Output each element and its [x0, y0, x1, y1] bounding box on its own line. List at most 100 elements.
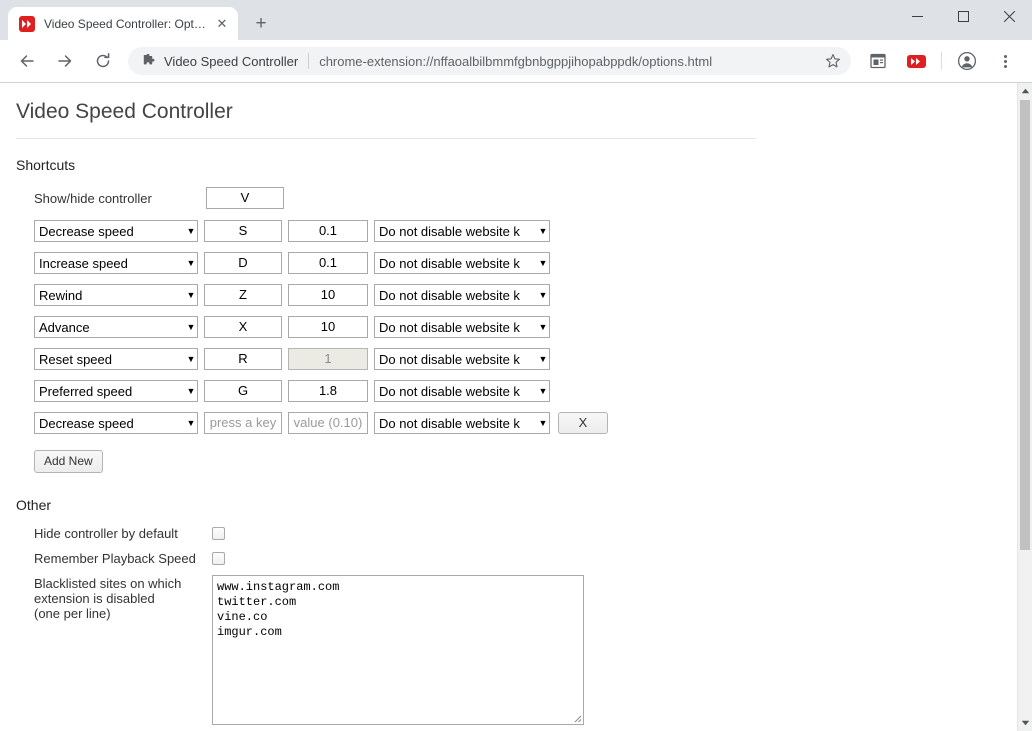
shortcut-key-input[interactable]: S	[204, 220, 282, 242]
chevron-down-icon: ▼	[185, 285, 197, 305]
shortcut-action-value: Reset speed	[39, 352, 185, 367]
chevron-down-icon: ▼	[537, 253, 549, 273]
website-keys-value: Do not disable website k	[379, 256, 537, 271]
show-hide-controller-row: Show/hide controller V	[34, 185, 1017, 211]
shortcut-action-select[interactable]: Advance▼	[34, 316, 198, 338]
shortcut-action-select[interactable]: Decrease speed▼	[34, 220, 198, 242]
shortcut-action-select[interactable]: Rewind▼	[34, 284, 198, 306]
forward-icon[interactable]	[51, 47, 79, 75]
website-keys-select[interactable]: Do not disable website k▼	[374, 380, 550, 402]
shortcut-value-input[interactable]: 10	[288, 284, 368, 306]
chevron-down-icon: ▼	[185, 413, 197, 433]
scrollbar-thumb[interactable]	[1020, 100, 1030, 550]
shortcut-action-value: Preferred speed	[39, 384, 185, 399]
minimize-icon[interactable]	[894, 0, 940, 32]
other-rows: Hide controller by default Remember Play…	[34, 525, 1017, 725]
shortcut-value-input[interactable]: 0.1	[288, 220, 368, 242]
bookmark-star-icon[interactable]	[821, 49, 845, 73]
page-scrollbar[interactable]	[1017, 83, 1032, 731]
shortcut-row: Rewind▼Z10Do not disable website k▼	[34, 282, 1017, 308]
chevron-down-icon: ▼	[185, 253, 197, 273]
profile-avatar-icon[interactable]	[953, 47, 981, 75]
window-controls	[894, 0, 1032, 32]
remember-speed-label: Remember Playback Speed	[34, 550, 212, 566]
video-speed-controller-favicon	[19, 16, 35, 32]
shortcut-row: Increase speed▼D0.1Do not disable websit…	[34, 250, 1017, 276]
shortcut-action-select[interactable]: Decrease speed▼	[34, 412, 198, 434]
shortcut-row: Advance▼ X 10 Do not disable website k▼	[34, 314, 1017, 340]
extension-puzzle-icon	[140, 53, 156, 69]
website-keys-select[interactable]: Do not disable website k▼	[374, 412, 550, 434]
remove-shortcut-button[interactable]: X	[558, 412, 608, 434]
shortcut-value-input[interactable]: 0.1	[288, 252, 368, 274]
shortcut-key-input[interactable]: D	[204, 252, 282, 274]
back-icon[interactable]	[13, 47, 41, 75]
shortcut-value-input[interactable]: value (0.10)	[288, 412, 368, 434]
chevron-down-icon: ▼	[537, 285, 549, 305]
maximize-icon[interactable]	[940, 0, 986, 32]
shortcut-row: Reset speed▼R1Do not disable website k▼	[34, 346, 1017, 372]
shortcuts-heading: Shortcuts	[16, 157, 1017, 173]
toolbar-right-actions	[859, 47, 1024, 75]
blacklist-textarea[interactable]: www.instagram.com twitter.com vine.co im…	[212, 575, 584, 725]
shortcut-row: Decrease speed▼ press a key value (0.10) Do…	[34, 410, 1017, 436]
close-tab-icon[interactable]: ✕	[214, 16, 230, 32]
hide-controller-row: Hide controller by default	[34, 525, 1017, 541]
new-tab-button[interactable]: +	[247, 9, 275, 37]
extensions-icon[interactable]	[864, 47, 892, 75]
shortcut-action-select[interactable]: Reset speed▼	[34, 348, 198, 370]
website-keys-select[interactable]: Do not disable website k▼	[374, 252, 550, 274]
website-keys-value: Do not disable website k	[379, 288, 537, 303]
shortcut-key-input[interactable]: Z	[204, 284, 282, 306]
website-keys-value: Do not disable website k	[379, 416, 537, 431]
website-keys-value: Do not disable website k	[379, 384, 537, 399]
chrome-menu-icon[interactable]	[991, 47, 1019, 75]
website-keys-select[interactable]: Do not disable website k▼	[374, 284, 550, 306]
chevron-down-icon: ▼	[185, 349, 197, 369]
shortcut-action-select[interactable]: Preferred speed▼	[34, 380, 198, 402]
website-keys-select[interactable]: Do not disable website k▼	[374, 348, 550, 370]
address-bar[interactable]: Video Speed Controller chrome-extension:…	[128, 47, 851, 75]
shortcut-value-input: 1	[288, 348, 368, 370]
blacklist-row: Blacklisted sites on which extension is …	[34, 575, 1017, 725]
blacklist-label: Blacklisted sites on which extension is …	[34, 575, 212, 621]
chevron-down-icon: ▼	[537, 413, 549, 433]
shortcut-value-input[interactable]: 10	[288, 316, 368, 338]
omnibox-divider	[308, 53, 309, 69]
omnibox-extension-name: Video Speed Controller	[164, 54, 298, 69]
scroll-down-icon[interactable]	[1018, 715, 1032, 731]
browser-window: Video Speed Controller: Options ✕ +	[0, 0, 1032, 731]
remember-speed-checkbox[interactable]	[212, 552, 225, 565]
hide-controller-checkbox[interactable]	[212, 527, 225, 540]
hide-controller-label: Hide controller by default	[34, 525, 212, 541]
shortcut-key-input[interactable]: G	[204, 380, 282, 402]
show-hide-controller-key-input[interactable]: V	[206, 187, 284, 209]
website-keys-select[interactable]: Do not disable website k▼	[374, 220, 550, 242]
shortcut-value-input[interactable]: 1.8	[288, 380, 368, 402]
shortcut-key-input[interactable]: R	[204, 348, 282, 370]
shortcut-key-input[interactable]: X	[204, 316, 282, 338]
browser-toolbar: Video Speed Controller chrome-extension:…	[0, 40, 1032, 82]
website-keys-value: Do not disable website k	[379, 320, 537, 335]
omnibox-url: chrome-extension://nffaoalbilbmmfgbnbgpp…	[319, 54, 817, 69]
chevron-down-icon: ▼	[537, 349, 549, 369]
website-keys-select[interactable]: Do not disable website k▼	[374, 316, 550, 338]
blacklist-label-line-1: Blacklisted sites on which	[34, 576, 181, 591]
remember-speed-row: Remember Playback Speed	[34, 550, 1017, 566]
shortcut-action-select[interactable]: Increase speed▼	[34, 252, 198, 274]
add-new-button[interactable]: Add New	[34, 450, 103, 473]
shortcut-key-input[interactable]: press a key	[204, 412, 282, 434]
close-window-icon[interactable]	[986, 0, 1032, 32]
textarea-resize-handle[interactable]	[570, 711, 582, 723]
shortcut-action-value: Advance	[39, 320, 185, 335]
blacklist-label-line-3: (one per line)	[34, 606, 111, 621]
chevron-down-icon: ▼	[537, 221, 549, 241]
vsc-extension-icon[interactable]	[902, 47, 930, 75]
chevron-down-icon: ▼	[185, 221, 197, 241]
reload-icon[interactable]	[89, 47, 117, 75]
shortcut-action-value: Increase speed	[39, 256, 185, 271]
browser-tab[interactable]: Video Speed Controller: Options ✕	[8, 7, 238, 40]
chevron-down-icon: ▼	[537, 381, 549, 401]
title-divider	[16, 138, 756, 139]
scroll-up-icon[interactable]	[1018, 83, 1032, 99]
